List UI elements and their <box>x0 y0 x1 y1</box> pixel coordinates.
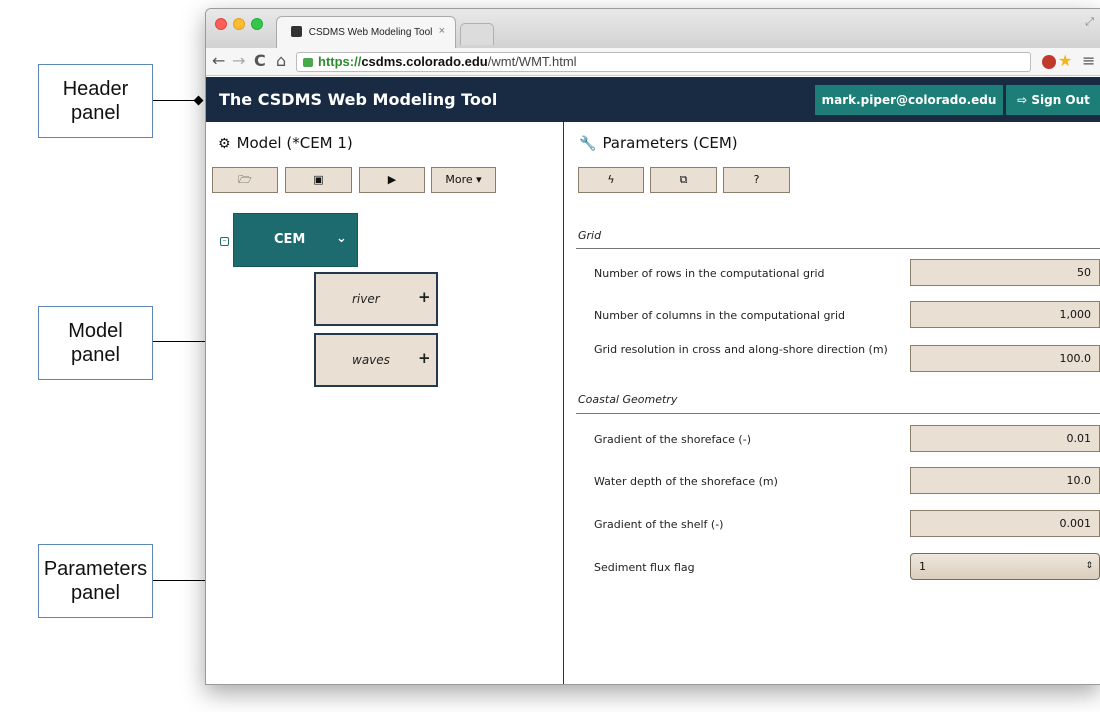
fullscreen-icon[interactable]: ⤢ <box>1085 15 1094 29</box>
param-label: Water depth of the shoreface (m) <box>594 475 778 488</box>
browser-tab[interactable]: CSDMS Web Modeling Tool × <box>276 16 456 49</box>
bolt-icon: ϟ <box>607 173 615 186</box>
play-icon: ▶ <box>387 173 397 186</box>
folder-open-icon: 🗁 <box>238 173 252 186</box>
caret-down-icon: ▾ <box>472 173 482 186</box>
open-in-window-button[interactable]: ⧉ <box>650 167 717 193</box>
bookmark-star-icon[interactable]: ★ <box>1058 51 1072 70</box>
open-model-button[interactable]: 🗁 <box>212 167 278 193</box>
river-label: river <box>352 292 380 306</box>
param-label: Number of columns in the computational g… <box>594 309 845 322</box>
callout-model-panel: Model panel <box>38 306 153 380</box>
chevron-down-icon[interactable]: ⌄ <box>336 231 347 246</box>
user-account-button[interactable]: mark.piper@colorado.edu <box>815 85 1003 115</box>
save-model-button[interactable]: ▣ <box>285 167 352 193</box>
param-input[interactable]: 10.0 <box>910 467 1100 494</box>
figure-root: Header panel Model panel Parameters pane… <box>0 0 1100 712</box>
param-input[interactable]: 50 <box>910 259 1100 286</box>
close-window-icon[interactable] <box>215 18 227 30</box>
callout-parameters-panel: Parameters panel <box>38 544 153 618</box>
waves-component-node[interactable]: waves + <box>314 333 438 387</box>
callout-text: panel <box>71 344 120 366</box>
param-label: Number of rows in the computational grid <box>594 267 825 280</box>
collapse-tree-icon[interactable]: – <box>220 237 229 246</box>
model-panel-title: ⚙ Model (*CEM 1) <box>218 134 353 152</box>
close-tab-icon[interactable]: × <box>439 25 445 37</box>
help-button[interactable]: ? <box>723 167 790 193</box>
param-input[interactable]: 100.0 <box>910 345 1100 372</box>
maximize-window-icon[interactable] <box>251 18 263 30</box>
cem-component-node[interactable]: CEM ⌄ <box>233 213 358 267</box>
back-arrow-icon[interactable]: ← <box>212 52 225 70</box>
leader-endpoint <box>193 95 204 106</box>
sign-out-icon: ⇨ <box>1017 93 1032 107</box>
param-input[interactable]: 0.01 <box>910 425 1100 452</box>
lock-icon <box>303 58 313 67</box>
new-tab-button[interactable] <box>460 23 494 45</box>
app-title: The CSDMS Web Modeling Tool <box>219 90 498 109</box>
sign-out-label: Sign Out <box>1031 93 1090 107</box>
minimize-window-icon[interactable] <box>233 18 245 30</box>
callout-text: panel <box>71 582 120 604</box>
external-link-icon: ⧉ <box>679 173 688 186</box>
header-panel: The CSDMS Web Modeling Tool mark.piper@c… <box>206 77 1100 122</box>
callout-header-panel: Header panel <box>38 64 153 138</box>
more-menu-button[interactable]: More ▾ <box>431 167 496 193</box>
browser-toolbar: ← → C ⌂ https://csdms.colorado.edu/wmt/W… <box>206 48 1100 76</box>
browser-window: CSDMS Web Modeling Tool × ⤢ ← → C ⌂ http… <box>205 8 1100 685</box>
favicon-icon <box>291 26 302 37</box>
param-label: Grid resolution in cross and along-shore… <box>594 343 888 356</box>
home-icon[interactable]: ⌂ <box>276 52 286 70</box>
cem-label: CEM <box>274 232 306 247</box>
sediment-flux-select[interactable]: 1 ⇕ <box>910 553 1100 580</box>
leader-line <box>153 100 199 101</box>
add-icon[interactable]: + <box>418 288 431 306</box>
parameters-title-text: Parameters (CEM) <box>602 134 738 152</box>
defaults-button[interactable]: ϟ <box>578 167 644 193</box>
param-label: Gradient of the shoreface (-) <box>594 433 751 446</box>
gears-icon: ⚙ <box>218 136 231 152</box>
help-label: ? <box>753 173 760 186</box>
sign-out-button[interactable]: ⇨ Sign Out <box>1006 85 1100 115</box>
run-model-button[interactable]: ▶ <box>359 167 425 193</box>
select-value: 1 <box>919 560 926 573</box>
more-label: More <box>445 173 473 186</box>
section-title: Coastal Geometry <box>578 393 678 406</box>
browser-menu-icon[interactable]: ≡ <box>1082 51 1095 70</box>
browser-titlebar: CSDMS Web Modeling Tool × ⤢ <box>206 9 1100 49</box>
param-input[interactable]: 1,000 <box>910 301 1100 328</box>
callout-text: Model <box>68 320 123 342</box>
extension-icon[interactable] <box>1042 55 1056 69</box>
url-path: /wmt/WMT.html <box>487 54 577 69</box>
tab-title: CSDMS Web Modeling Tool <box>308 27 433 38</box>
model-title-text: Model (*CEM 1) <box>236 134 353 152</box>
callout-text: panel <box>71 102 120 124</box>
add-icon[interactable]: + <box>418 349 431 367</box>
param-label: Sediment flux flag <box>594 561 695 574</box>
section-divider <box>576 413 1100 414</box>
callout-text: Header <box>62 78 129 100</box>
address-bar[interactable]: https://csdms.colorado.edu/wmt/WMT.html <box>296 52 1031 72</box>
parameters-panel: 🔧 Parameters (CEM) ϟ ⧉ ? Grid Number of r… <box>564 122 1100 684</box>
param-input[interactable]: 0.001 <box>910 510 1100 537</box>
url-protocol: https:// <box>318 54 362 69</box>
wrench-icon: 🔧 <box>579 136 597 152</box>
param-label: Gradient of the shelf (-) <box>594 518 724 531</box>
url-host: csdms.colorado.edu <box>361 54 488 69</box>
select-arrows-icon: ⇕ <box>1085 561 1093 571</box>
river-component-node[interactable]: river + <box>314 272 438 326</box>
floppy-disk-icon: ▣ <box>313 173 324 186</box>
reload-icon[interactable]: C <box>254 52 266 70</box>
section-title: Grid <box>578 229 602 242</box>
section-divider <box>576 248 1100 249</box>
forward-arrow-icon[interactable]: → <box>232 52 245 70</box>
parameters-panel-title: 🔧 Parameters (CEM) <box>579 134 738 152</box>
callout-text: Parameters <box>43 558 148 580</box>
waves-label: waves <box>352 353 390 367</box>
